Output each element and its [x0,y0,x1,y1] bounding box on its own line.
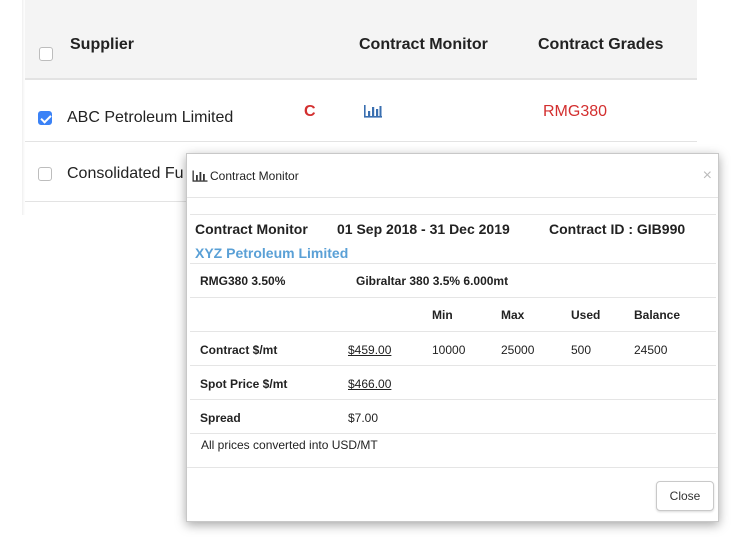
spread-value: $7.00 [348,411,379,425]
table-row: ABC Petroleum Limited C RMG380 [25,80,697,142]
spot-price-link[interactable]: $466.00 [348,377,391,391]
note-row: All prices converted into USD/MT [190,433,716,467]
contract-used: 500 [571,343,592,357]
grade-row: RMG380 3.50% Gibraltar 380 3.5% 6.000mt [190,263,716,297]
table-edge-shadow [22,0,25,215]
contract-price-row: Contract $/mt $459.00 10000 25000 500 24… [190,331,716,365]
header-contract-grades[interactable]: Contract Grades [538,36,663,54]
table-header: Supplier Contract Monitor Contract Grade… [25,0,697,80]
price-columns-header: Min Max Used Balance [190,297,716,331]
supplier-name: ABC Petroleum Limited [67,109,234,126]
spread-row: Spread $7.00 [190,399,716,433]
contract-status-marker: C [304,103,316,120]
column-min: Min [432,308,453,322]
contract-grade: RMG380 [543,103,608,120]
header-contract-monitor[interactable]: Contract Monitor [359,36,488,54]
spot-price-label: Spot Price $/mt [200,377,288,391]
currency-note: All prices converted into USD/MT [201,438,378,452]
column-max: Max [501,308,525,322]
modal-footer-divider [187,467,718,468]
column-used: Used [571,308,601,322]
row-checkbox[interactable] [38,111,52,125]
modal-header: Contract Monitor × [187,154,718,198]
contract-balance: 24500 [634,343,668,357]
close-icon[interactable]: × [703,167,712,185]
select-all-checkbox[interactable] [39,47,53,61]
bar-chart-icon [192,169,208,187]
contract-period: 01 Sep 2018 - 31 Dec 2019 [337,221,510,237]
row-checkbox[interactable] [38,167,52,181]
header-supplier[interactable]: Supplier [70,36,134,54]
contract-min: 10000 [432,343,466,357]
contract-id: Contract ID : GIB990 [549,221,686,237]
contract-monitor-modal: Contract Monitor × Contract Monitor 01 S… [186,153,719,522]
spot-price-row: Spot Price $/mt $466.00 [190,365,716,399]
close-button[interactable]: Close [656,481,714,511]
modal-title: Contract Monitor [210,169,299,183]
supplier-name: Consolidated Fu [67,165,184,182]
contract-price-label: Contract $/mt [200,343,278,357]
bar-chart-icon[interactable] [363,104,383,123]
column-balance: Balance [634,308,681,322]
contract-max: 25000 [501,343,535,357]
grade-description: Gibraltar 380 3.5% 6.000mt [356,274,509,288]
contract-price-link[interactable]: $459.00 [348,343,391,357]
grade-code: RMG380 3.50% [200,274,286,288]
contract-info-row: Contract Monitor 01 Sep 2018 - 31 Dec 20… [190,214,716,264]
modal-supplier-name: XYZ Petroleum Limited [195,245,349,261]
spread-label: Spread [200,411,241,425]
contract-monitor-label: Contract Monitor [195,221,308,237]
